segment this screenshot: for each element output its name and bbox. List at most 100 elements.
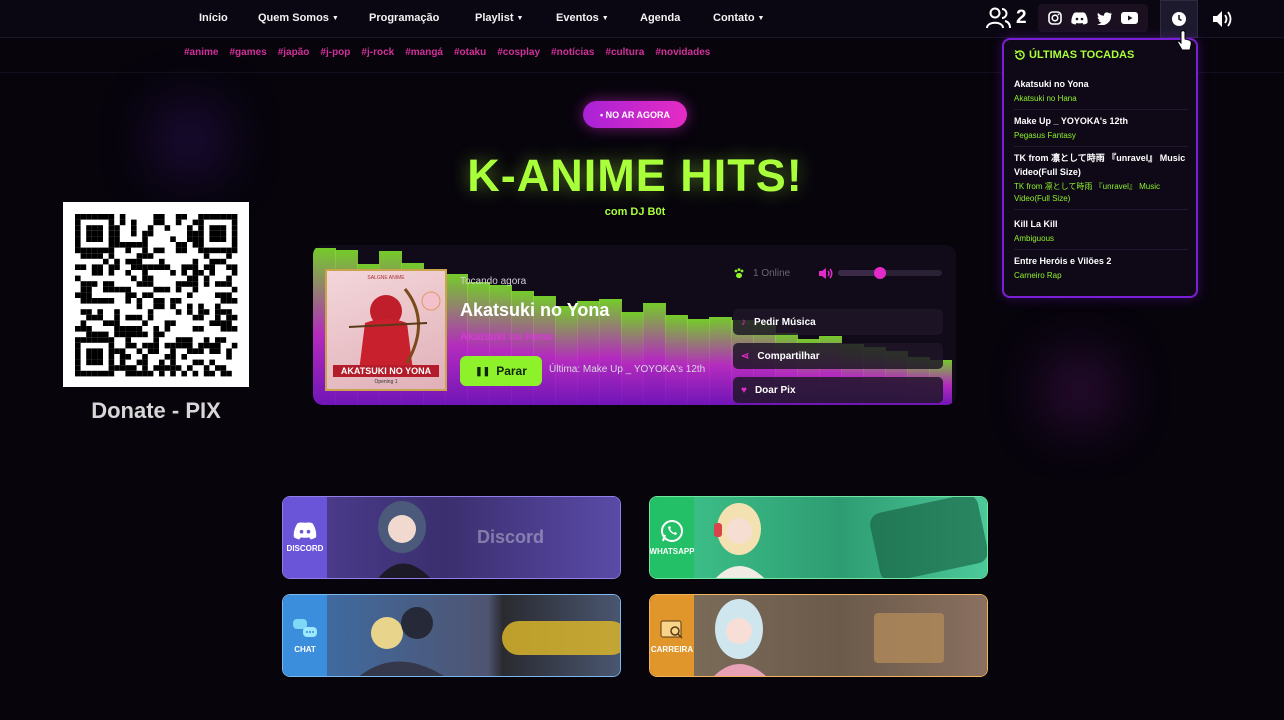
qr-module (153, 342, 159, 349)
tag-list: #anime #games #japão #j-pop #j-rock #mangá #ot… (184, 47, 710, 58)
whatsapp-card-side: WHATSAPP (650, 497, 695, 578)
qr-module (209, 359, 215, 366)
qr-module (181, 281, 187, 287)
recent-tracks-heading: ÚLTIMAS TOCADAS (1029, 49, 1135, 61)
qr-module (131, 365, 137, 371)
qr-module (86, 230, 92, 237)
nav-contato[interactable]: Contato ▼ (713, 12, 764, 24)
recent-track-item[interactable]: Akatsuki no Yona Akatsuki no Hana (1014, 77, 1188, 110)
qr-module (125, 314, 131, 321)
qr-module (159, 298, 165, 304)
qr-module (114, 230, 120, 237)
nav-playlist[interactable]: Playlist ▼ (475, 12, 523, 24)
volume-icon[interactable] (1212, 10, 1234, 28)
tag-link[interactable]: #cultura (605, 47, 644, 58)
qr-module (119, 359, 126, 366)
qr-module (86, 214, 92, 220)
tag-link[interactable]: #mangá (405, 47, 443, 58)
qr-module (91, 270, 98, 276)
twitter-icon[interactable] (1096, 11, 1112, 25)
qr-module (187, 365, 193, 371)
share-button[interactable]: ⋖ Compartilhar (733, 343, 943, 369)
tag-link[interactable]: #otaku (454, 47, 486, 58)
qr-module (226, 275, 232, 282)
qr-module (209, 342, 215, 349)
qr-module (159, 331, 165, 338)
qr-module (187, 337, 193, 343)
donate-pix-button[interactable]: ♥ Doar Pix (733, 377, 943, 403)
qr-module (187, 275, 193, 282)
tag-link[interactable]: #anime (184, 47, 218, 58)
qr-module (131, 342, 137, 349)
recent-track-item[interactable]: Entre Heróis e Vilões 2 Carneiro Rap (1014, 254, 1188, 286)
qr-module (231, 247, 238, 254)
recent-track-title: Entre Heróis e Vilões 2 (1014, 256, 1112, 266)
youtube-icon[interactable] (1120, 12, 1138, 24)
tag-link[interactable]: #notícias (551, 47, 594, 58)
tag-link[interactable]: #cosplay (497, 47, 540, 58)
instagram-icon[interactable] (1048, 11, 1063, 25)
qr-module (175, 242, 182, 248)
recent-track-item[interactable]: Kill La Kill Ambiguous (1014, 217, 1188, 250)
qr-module (103, 370, 109, 377)
request-song-button[interactable]: ♪ Pedir Música (733, 309, 943, 335)
qr-module (114, 225, 120, 231)
qr-module (226, 314, 232, 321)
nav-quem-somos[interactable]: Quem Somos ▼ (258, 12, 339, 24)
discord-card[interactable]: DISCORD Discord (282, 496, 621, 579)
qr-module (231, 270, 238, 276)
tag-link[interactable]: #j-rock (361, 47, 394, 58)
volume-slider[interactable] (838, 267, 942, 279)
tag-link[interactable]: #novidades (655, 47, 710, 58)
qr-module (131, 219, 137, 226)
track-artist: Akatsuki no Hana (460, 331, 553, 343)
recent-tracks-dropdown: ÚLTIMAS TOCADAS Akatsuki no Yona Akatsuki… (1002, 38, 1198, 298)
qr-module (125, 354, 131, 360)
tag-link[interactable]: #j-pop (320, 47, 350, 58)
qr-module (125, 247, 131, 254)
player-volume-icon[interactable] (818, 267, 834, 280)
album-art-title: AKATSUKI NO YONA (333, 365, 439, 377)
chat-card[interactable]: CHAT (282, 594, 621, 677)
tag-link[interactable]: #japão (278, 47, 310, 58)
nav-eventos[interactable]: Eventos ▼ (556, 12, 609, 24)
qr-module (103, 281, 109, 287)
qr-module (198, 236, 204, 242)
nav-agenda[interactable]: Agenda (640, 12, 680, 24)
qr-module (181, 214, 187, 220)
album-art: SALGNE ANIME AKATSUKI NO YONA Opening 1 (325, 269, 447, 391)
qr-module (114, 258, 120, 265)
stop-button[interactable]: ❚❚ Parar (460, 356, 542, 386)
chat-card-label: CHAT (294, 645, 316, 654)
qr-module (203, 365, 210, 371)
qr-module (91, 264, 98, 270)
career-card[interactable]: CARREIRA (649, 594, 988, 677)
qr-module (215, 225, 221, 231)
qr-module (192, 359, 199, 366)
qr-module (97, 348, 103, 354)
nav-inicio[interactable]: Início (199, 12, 228, 24)
qr-module (86, 337, 92, 343)
visualizer-bar (687, 319, 710, 405)
qr-module (192, 348, 199, 354)
recent-track-item[interactable]: TK from 凛として時雨 『unravel』 Music Video(Ful… (1014, 151, 1188, 210)
qr-module (159, 370, 165, 377)
nav-programacao[interactable]: Programação (369, 12, 439, 24)
volume-slider-knob[interactable] (874, 267, 886, 279)
whatsapp-card[interactable]: WHATSAPP (649, 496, 988, 579)
qr-module (220, 236, 227, 242)
qr-module (187, 309, 193, 315)
recent-track-item[interactable]: Make Up _ YOYOKA's 12th Pegasus Fantasy (1014, 114, 1188, 147)
qr-module (226, 253, 232, 259)
radio-player: SALGNE ANIME AKATSUKI NO YONA Opening 1 … (313, 245, 956, 405)
qr-module (181, 354, 187, 360)
qr-module (86, 281, 92, 287)
qr-module (220, 258, 227, 265)
qr-module (119, 214, 126, 220)
qr-module (215, 320, 221, 326)
qr-module (97, 337, 103, 343)
tag-link[interactable]: #games (229, 47, 266, 58)
qr-module (181, 270, 187, 276)
qr-module (187, 292, 193, 298)
discord-icon[interactable] (1071, 11, 1088, 25)
